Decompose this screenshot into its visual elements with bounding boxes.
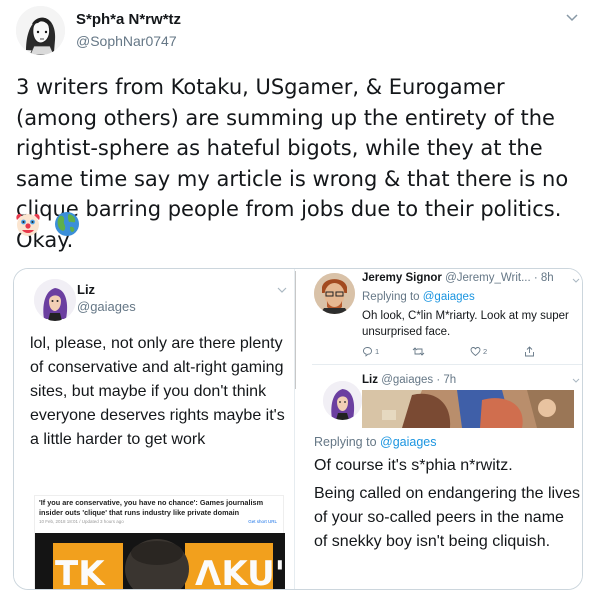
clown-face-icon [14,210,42,238]
left-screenshot: Liz @gaiages lol, please, not only are t… [14,269,296,589]
retweet-action [412,344,427,358]
share-action [524,344,535,358]
replying-to: Replying to @gaiages [314,435,437,449]
reply-author: Liz @gaiages · 7h [362,374,456,386]
reply-photo [362,390,574,428]
svg-text:ɅKU": ɅKU" [195,554,285,590]
chevron-down-icon [277,287,287,293]
reply-text-continued: Being called on endangering the lives of… [314,485,580,550]
tweet-text: 3 writers from Kotaku, USgamer, & Euroga… [16,75,569,252]
reply-text: lol, please, not only are there plenty o… [30,335,285,448]
right-screenshot: Jeremy Signor @Jeremy_Writ... · 8h Reply… [294,269,582,589]
avatar [314,273,355,314]
divider [312,364,582,365]
reply-icon [363,346,372,357]
article-share-link: Get short URL [248,519,277,524]
mention-link: @gaiages [380,435,437,449]
chevron-down-icon[interactable] [564,10,580,26]
article-title: 'If you are conservative, you have no ch… [39,498,264,517]
reply-author-handle: @Jeremy_Writ... · 8h [445,272,554,284]
retweet-icon [412,346,425,356]
like-count: 2 [483,346,488,356]
heart-icon [470,346,481,356]
replying-to: Replying to @gaiages [362,291,475,303]
author-name[interactable]: S*ph*a N*rw*tz [76,11,181,28]
like-action: 2 [470,344,487,358]
reply-text: Of course it's s*phia n*rwitz. [314,457,513,474]
mention-link: @gaiages [422,291,475,303]
reply-author-name: Liz [77,282,96,297]
chevron-down-icon [572,278,580,283]
avatar[interactable] [16,6,65,55]
reply-author-name: Jeremy Signor [362,272,442,284]
article-image: TK ɅKU" [35,533,285,590]
article-meta: 10 Feb, 2018 18:01 / Updated 3 hours ago [39,519,124,524]
tweet-header: S*ph*a N*rw*tz @SophNar0747 [16,6,582,56]
reply-author-handle: @gaiages · 7h [381,374,457,386]
chevron-down-icon [572,378,580,383]
avatar [323,381,362,420]
reply-author: Jeremy Signor @Jeremy_Writ... · 8h [362,272,554,284]
tweet-actions: 1 2 [362,344,572,358]
author-handle[interactable]: @SophNar0747 [76,33,177,49]
kotaku-logo: TK [55,554,106,590]
reply-count: 1 [375,346,380,356]
media-image[interactable]: Liz @gaiages lol, please, not only are t… [13,268,583,590]
avatar [34,279,76,321]
share-icon [525,345,534,356]
article-card: 'If you are conservative, you have no ch… [34,495,285,590]
reply-author-handle: @gaiages [77,299,136,314]
reply-action: 1 [362,344,379,358]
divider [294,269,295,589]
globe-icon [53,210,81,238]
reply-author-name: Liz [362,374,378,386]
reply-text: Oh look, C*lin M*riarty. Look at my supe… [362,310,569,338]
emoji-row [14,210,87,242]
